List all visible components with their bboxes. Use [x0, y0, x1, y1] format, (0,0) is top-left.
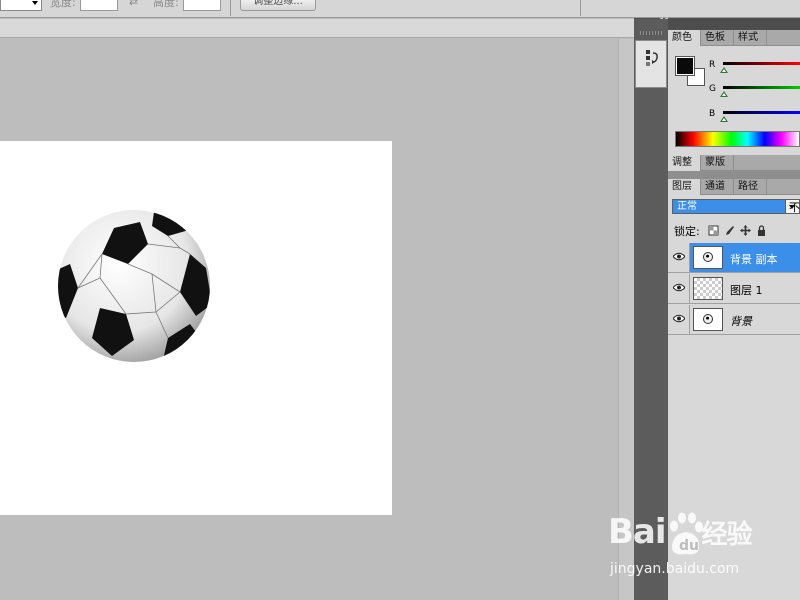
height-field[interactable]: [183, 0, 221, 11]
width-field[interactable]: [80, 0, 118, 11]
red-label: R: [709, 60, 716, 70]
refine-edge-button[interactable]: 调整边缘...: [240, 0, 316, 11]
layer-row[interactable]: 背景 副本: [668, 243, 800, 273]
tab-channels[interactable]: 通道: [701, 179, 734, 195]
document-canvas[interactable]: [0, 141, 392, 515]
soccer-ball-thumbnail: [703, 314, 713, 324]
soccer-ball-image: [58, 210, 210, 362]
color-spectrum-bar[interactable]: [675, 131, 800, 147]
adjustments-panel-tabs: 调整 蒙版: [668, 155, 800, 172]
height-label: 高度:: [153, 0, 179, 9]
eye-icon: [673, 283, 685, 292]
tab-masks[interactable]: 蒙版: [701, 155, 734, 171]
visibility-toggle[interactable]: [668, 243, 690, 272]
layer-thumbnail[interactable]: [693, 246, 723, 269]
lock-transparent-icon[interactable]: [708, 225, 719, 236]
color-panel: R G B: [668, 46, 800, 155]
history-icon: [646, 50, 658, 66]
tab-paths[interactable]: 路径: [734, 179, 767, 195]
blend-mode-select[interactable]: 正常: [672, 199, 800, 214]
color-panel-tabs: 颜色 色板 样式: [668, 30, 800, 47]
visibility-toggle[interactable]: [668, 305, 690, 334]
layer-thumbnail[interactable]: [693, 308, 723, 331]
tool-preset-dropdown[interactable]: [0, 0, 42, 11]
green-label: G: [709, 84, 716, 94]
tab-color[interactable]: 颜色: [668, 30, 701, 47]
watermark-url: jingyan.baidu.com: [610, 561, 740, 577]
layers-panel-tabs: 图层 通道 路径: [668, 179, 800, 196]
divider: [580, 0, 581, 16]
opacity-label: 不: [789, 201, 800, 214]
blue-label: B: [709, 109, 716, 119]
soccer-ball-thumbnail: [703, 252, 713, 262]
eye-icon: [673, 314, 685, 323]
lock-position-icon[interactable]: [740, 225, 751, 236]
visibility-toggle[interactable]: [668, 274, 690, 303]
blue-slider[interactable]: [723, 111, 800, 114]
width-label: 宽度:: [50, 0, 76, 9]
tab-adjustments[interactable]: 调整: [668, 155, 701, 172]
tab-layers[interactable]: 图层: [668, 179, 701, 196]
svg-text:du: du: [679, 538, 699, 554]
layer-row[interactable]: 图层 1: [668, 274, 800, 304]
canvas-workspace[interactable]: [0, 39, 634, 600]
lock-all-icon[interactable]: [756, 225, 767, 236]
tab-styles[interactable]: 样式: [734, 30, 767, 46]
layer-row[interactable]: 背景: [668, 305, 800, 335]
swap-icon[interactable]: ⇄: [129, 0, 138, 8]
layer-thumbnail[interactable]: [693, 277, 723, 300]
document-tab-strip: [0, 19, 634, 38]
chevron-down-icon: [32, 1, 38, 5]
layer-name[interactable]: 图层 1: [730, 282, 763, 298]
green-slider-handle[interactable]: [720, 91, 728, 97]
blue-slider-handle[interactable]: [720, 116, 728, 122]
red-slider-handle[interactable]: [720, 67, 728, 73]
foreground-color-swatch[interactable]: [675, 56, 695, 76]
baidu-paw-icon: du: [670, 512, 703, 555]
panel-divider: [668, 171, 800, 179]
history-panel-button[interactable]: [635, 40, 667, 88]
lock-label: 锁定:: [674, 225, 700, 238]
red-slider[interactable]: [723, 62, 800, 65]
eye-icon: [673, 252, 685, 261]
layer-name[interactable]: 背景: [730, 313, 752, 329]
tab-swatches[interactable]: 色板: [701, 30, 734, 46]
options-bar: 宽度: ⇄ 高度: 调整边缘...: [0, 0, 800, 18]
baidu-jingyan-watermark: Bai 经验 du jingyan.baidu.com: [608, 512, 778, 582]
blend-mode-value: 正常: [677, 201, 697, 212]
green-slider[interactable]: [723, 86, 800, 89]
lock-image-pixels-icon[interactable]: [724, 225, 735, 236]
grip-icon[interactable]: [640, 31, 662, 35]
layer-name[interactable]: 背景 副本: [730, 251, 778, 267]
divider: [230, 0, 231, 16]
